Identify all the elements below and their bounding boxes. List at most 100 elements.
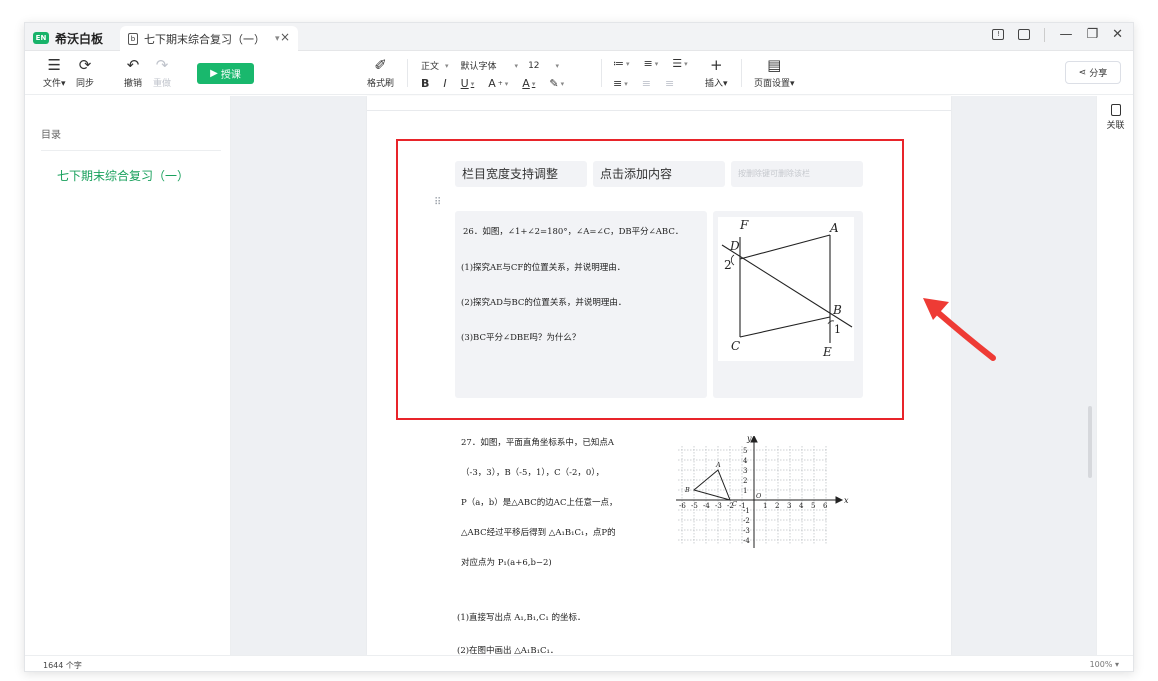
vertical-scrollbar[interactable] [1088, 406, 1092, 478]
minimize-icon[interactable]: — [1059, 27, 1072, 42]
x-tick-label: -3 [715, 502, 722, 510]
font-family-select[interactable]: 默认字体 ▾ [461, 59, 519, 73]
word-count: 1644 个字 [43, 661, 82, 670]
y-ticks: 5 4 3 2 1 -1 -2 -3 -4 [743, 447, 750, 545]
share-icon: ⋖ [1078, 67, 1087, 78]
line-spacing-icon[interactable]: ≡ [642, 77, 651, 90]
share-label: 分享 [1089, 69, 1108, 79]
related-button[interactable]: 关联 [1103, 104, 1128, 131]
x-tick-label: 3 [787, 502, 791, 510]
undo-label: 撤销 [124, 79, 143, 89]
text-format-row: B I U ▾ A + ▾ A ▾ ✎ ▾ [421, 77, 578, 90]
x-tick-label: 1 [763, 502, 767, 510]
mail-icon[interactable] [1018, 29, 1031, 40]
x-tick-label: 6 [823, 502, 828, 510]
paragraph-style-select[interactable]: 正文 ▾ [421, 59, 449, 73]
share-button[interactable]: ⋖ 分享 [1065, 61, 1121, 84]
related-doc-icon [1110, 104, 1121, 116]
undo-button[interactable]: ↶ 撤销 [124, 56, 142, 89]
ordered-list-icon[interactable]: ≔ ▾ [613, 57, 630, 70]
y-tick-label: 2 [743, 477, 747, 485]
point-B: B [684, 486, 690, 494]
highlight-box [396, 139, 904, 420]
format-brush-label: 格式刷 [367, 79, 395, 89]
teach-label: 授课 [220, 70, 241, 81]
y-tick-label: -3 [743, 527, 750, 535]
point-A: A [715, 461, 721, 469]
q27-line3: P（a，b）是△ABC的边AC上任意一点， [461, 498, 618, 508]
insert-button[interactable]: + 插入▾ [705, 56, 728, 89]
paragraph-spacing-icon[interactable]: ≡ [665, 77, 674, 90]
annotation-arrow [923, 298, 996, 361]
axis-y-label: y [746, 436, 752, 443]
format-brush-button[interactable]: ✐ 格式刷 [367, 56, 394, 89]
x-tick-label: 5 [811, 502, 815, 510]
page-setup-icon: ▤ [767, 56, 782, 74]
menu-icon: ☰ [47, 56, 61, 74]
title-bar: EN 希沃白板 b 七下期末综合复习（一） ▾ × ! — ❐ ✕ [25, 23, 1133, 51]
coordinate-grid: x y O A B C -6 -5 -4 -3 -2 -1 1 2 3 4 5 6 54321-1-2… [676, 436, 849, 548]
sync-label: 同步 [76, 79, 95, 89]
redo-button[interactable]: ↷ 重做 [153, 56, 171, 89]
axis-x-label: x [844, 496, 849, 505]
undo-icon: ↶ [126, 56, 140, 74]
font-color-icon[interactable]: A ▾ [522, 77, 535, 90]
window-controls: ! — ❐ ✕ [992, 27, 1123, 42]
toolbar-divider [407, 59, 408, 87]
highlight-icon[interactable]: ✎ ▾ [549, 77, 564, 90]
y-tick-label: 1 [743, 487, 747, 495]
tab-dropdown-icon[interactable]: ▾ [275, 34, 280, 44]
indent-icon[interactable]: ☰ ▾ [672, 57, 687, 70]
close-window-icon[interactable]: ✕ [1112, 27, 1123, 42]
toolbar: ☰ 文件▾ ⟳ 同步 ↶ 撤销 ↷ 重做 ▶ 授课 ✐ 格式刷 正文 ▾ 默认字体… [25, 51, 1133, 95]
bold-icon[interactable]: B [421, 77, 429, 90]
teach-button[interactable]: ▶ 授课 [197, 63, 254, 84]
font-settings-row: 正文 ▾ 默认字体 ▾ 12 ▾ [421, 59, 571, 73]
plus-icon: + [709, 56, 723, 74]
file-label: 文件▾ [43, 79, 66, 89]
y-tick-label: 3 [743, 467, 747, 475]
bullet-list-icon[interactable]: ≡ ▾ [644, 57, 659, 70]
list-row: ≔ ▾ ≡ ▾ ☰ ▾ [613, 57, 702, 70]
outline-sidebar: 目录 七下期末综合复习（一） [25, 96, 231, 655]
origin-label: O [756, 492, 762, 500]
sync-icon: ⟳ [78, 56, 92, 74]
y-tick-label: -1 [743, 507, 750, 515]
y-tick-label: -4 [743, 537, 750, 545]
document-tab[interactable]: b 七下期末综合复习（一） ▾ × [120, 26, 298, 51]
app-name: 希沃白板 [55, 31, 104, 46]
tab-close-icon[interactable]: × [280, 30, 290, 44]
align-icon[interactable]: ≡ ▾ [613, 77, 628, 90]
insert-label: 插入▾ [705, 79, 728, 89]
sync-button[interactable]: ⟳ 同步 [76, 56, 94, 89]
page-setup-label: 页面设置▾ [754, 79, 795, 89]
page-setup-button[interactable]: ▤ 页面设置▾ [754, 56, 795, 89]
format-brush-icon: ✐ [374, 56, 387, 74]
feedback-icon[interactable]: ! [992, 29, 1005, 40]
italic-icon[interactable]: I [443, 77, 446, 90]
redo-label: 重做 [153, 79, 172, 89]
x-tick-label: -4 [703, 502, 710, 510]
toc-title: 目录 [41, 130, 61, 141]
toolbar-divider [741, 59, 742, 87]
right-rail: 关联 [1096, 96, 1133, 655]
toc-item[interactable]: 七下期末综合复习（一） [57, 167, 189, 184]
play-icon: ▶ [210, 68, 218, 79]
q27-part1: (1)直接写出点 A₁,B₁,C₁ 的坐标． [457, 613, 586, 623]
x-tick-label: 2 [775, 502, 779, 510]
divider [41, 150, 221, 151]
toolbar-divider [601, 59, 602, 87]
underline-icon[interactable]: U ▾ [461, 77, 475, 90]
app-tab[interactable]: EN 希沃白板 [33, 27, 103, 49]
font-style-icon[interactable]: A + ▾ [488, 77, 508, 90]
file-menu-button[interactable]: ☰ 文件▾ [43, 56, 66, 89]
q27-line1: 27．如图，平面直角坐标系中，已知点A [461, 438, 614, 448]
q27-line2: （-3，3），B（-5，1），C（-2，0）， [461, 468, 605, 478]
document-icon: b [128, 32, 138, 45]
q27-line4: △ABC经过平移后得到 △A₁B₁C₁，点P的 [461, 528, 616, 538]
y-tick-label: 5 [743, 447, 747, 455]
zoom-select[interactable]: 100% ▾ [1090, 660, 1119, 669]
font-size-select[interactable]: 12 ▾ [528, 61, 559, 71]
x-tick-label: -2 [727, 502, 734, 510]
restore-icon[interactable]: ❐ [1086, 27, 1098, 42]
